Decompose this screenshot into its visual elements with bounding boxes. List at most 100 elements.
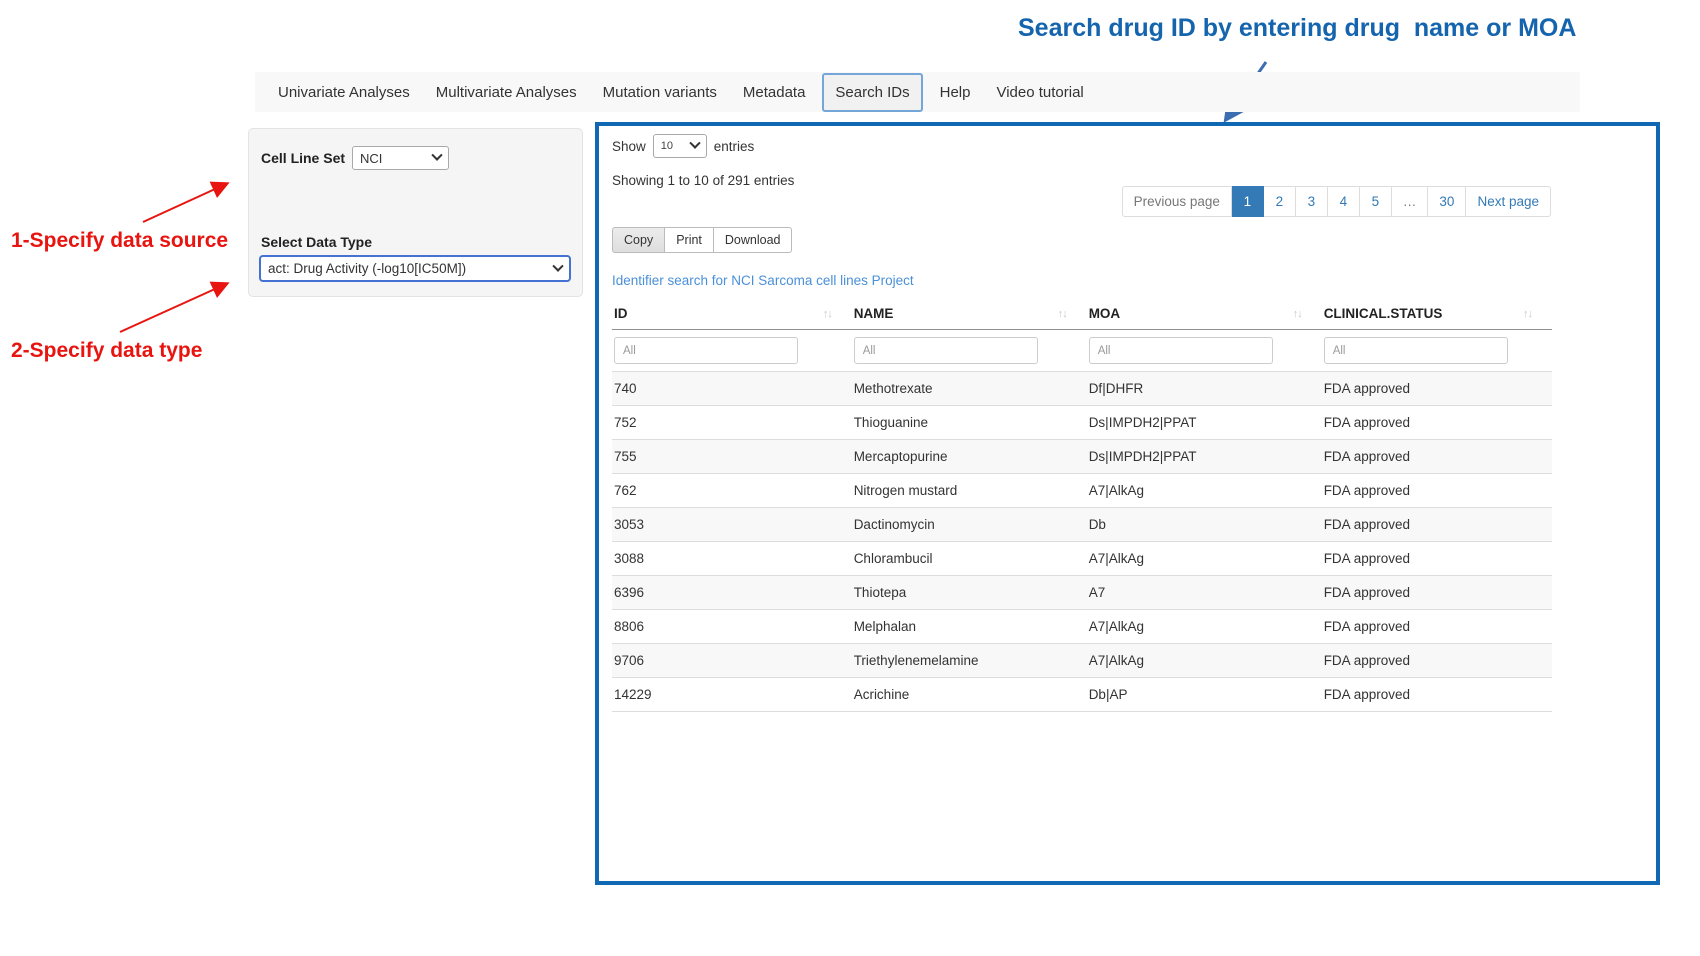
sort-icon: ↑↓ [823,308,832,320]
sort-icon: ↑↓ [1293,308,1302,320]
pagination: Previous page 1 2 3 4 5 … 30 Next page [1122,186,1551,217]
cell-id: 3088 [612,542,852,576]
cell-moa: A7|AlkAg [1087,644,1322,678]
sort-icon: ↑↓ [1523,308,1532,320]
page-length-value: 10 [661,140,673,152]
red-arrow-2 [120,284,226,332]
cell-line-set-select[interactable]: NCI [352,146,449,170]
chevron-down-icon [689,138,700,149]
table-row: 3088 Chlorambucil A7|AlkAg FDA approved [612,542,1552,576]
cell-name: Thiotepa [852,576,1087,610]
red-arrow-1 [143,184,226,222]
cell-name: Mercaptopurine [852,440,1087,474]
results-table: ID↑↓ NAME↑↓ MOA↑↓ CLINICAL.STATUS↑↓ 740 … [612,298,1552,712]
filter-input-name[interactable] [854,337,1038,364]
cell-moa: Ds|IMPDH2|PPAT [1087,440,1322,474]
cell-moa: Df|DHFR [1087,372,1322,406]
column-header-name[interactable]: NAME ↑↓ [852,298,1087,330]
page-button-2[interactable]: 2 [1264,186,1296,217]
data-type-label: Select Data Type [261,234,372,250]
table-row: 6396 Thiotepa A7 FDA approved [612,576,1552,610]
column-label: NAME [854,306,894,321]
data-type-select[interactable]: act: Drug Activity (-log10[IC50M]) [259,255,571,282]
sort-icon: ↑↓ [1058,308,1067,320]
cell-line-set-label: Cell Line Set [261,150,345,166]
cell-id: 8806 [612,610,852,644]
cell-name: Dactinomycin [852,508,1087,542]
page-length-select[interactable]: 10 [653,134,707,158]
table-row: 14229 Acrichine Db|AP FDA approved [612,678,1552,712]
cell-name: Nitrogen mustard [852,474,1087,508]
entries-label: entries [714,139,755,154]
page-button-5[interactable]: 5 [1360,186,1392,217]
cell-clinical-status: FDA approved [1322,542,1552,576]
copy-button[interactable]: Copy [612,227,665,253]
column-header-id[interactable]: ID↑↓ [612,298,852,330]
tab-search-ids[interactable]: Search IDs [822,73,922,112]
cell-id: 14229 [612,678,852,712]
filter-row [612,330,1552,372]
cell-name: Thioguanine [852,406,1087,440]
cell-moa: Db|AP [1087,678,1322,712]
table-info: Showing 1 to 10 of 291 entries [612,173,794,188]
cell-clinical-status: FDA approved [1322,576,1552,610]
annotation-specify-data-type: 2-Specify data type [11,339,202,363]
export-buttons: Copy Print Download [612,227,792,253]
search-ids-panel: Show 10 entries Showing 1 to 10 of 291 e… [595,122,1660,885]
table-row: 755 Mercaptopurine Ds|IMPDH2|PPAT FDA ap… [612,440,1552,474]
download-button[interactable]: Download [714,227,793,253]
filter-input-id[interactable] [614,337,798,364]
chevron-down-icon [431,150,442,161]
nav-bar: Univariate Analyses Multivariate Analyse… [255,72,1580,112]
tab-help[interactable]: Help [927,84,984,101]
cell-name: Acrichine [852,678,1087,712]
page-button-1[interactable]: 1 [1232,186,1264,217]
table-row: 752 Thioguanine Ds|IMPDH2|PPAT FDA appro… [612,406,1552,440]
cell-clinical-status: FDA approved [1322,678,1552,712]
tab-video-tutorial[interactable]: Video tutorial [983,84,1096,101]
cell-clinical-status: FDA approved [1322,644,1552,678]
show-label: Show [612,139,646,154]
cell-clinical-status: FDA approved [1322,474,1552,508]
next-page-button[interactable]: Next page [1466,186,1551,217]
page-button-30[interactable]: 30 [1428,186,1466,217]
cell-moa: A7|AlkAg [1087,610,1322,644]
tab-mutation-variants[interactable]: Mutation variants [590,84,730,101]
tab-multivariate-analyses[interactable]: Multivariate Analyses [423,84,590,101]
cell-id: 9706 [612,644,852,678]
cell-name: Chlorambucil [852,542,1087,576]
page-ellipsis: … [1392,186,1429,217]
page-button-4[interactable]: 4 [1328,186,1360,217]
page-button-3[interactable]: 3 [1296,186,1328,217]
annotation-specify-data-source: 1-Specify data source [11,229,228,253]
cell-name: Methotrexate [852,372,1087,406]
table-row: 762 Nitrogen mustard A7|AlkAg FDA approv… [612,474,1552,508]
cell-clinical-status: FDA approved [1322,406,1552,440]
header-row: ID↑↓ NAME ↑↓ MOA ↑↓ CLINICAL.STATUS ↑↓ [612,298,1552,330]
cell-line-set-value: NCI [360,151,382,166]
chevron-down-icon [552,260,563,271]
identifier-search-link[interactable]: Identifier search for NCI Sarcoma cell l… [612,273,914,288]
cell-clinical-status: FDA approved [1322,372,1552,406]
cell-clinical-status: FDA approved [1322,440,1552,474]
column-header-moa[interactable]: MOA ↑↓ [1087,298,1322,330]
cell-id: 762 [612,474,852,508]
table-row: 9706 Triethylenemelamine A7|AlkAg FDA ap… [612,644,1552,678]
tab-univariate-analyses[interactable]: Univariate Analyses [265,84,423,101]
tab-metadata[interactable]: Metadata [730,84,819,101]
cell-moa: Db [1087,508,1322,542]
previous-page-button[interactable]: Previous page [1122,186,1232,217]
sidebar-panel: Cell Line Set NCI Select Data Type act: … [248,128,583,297]
column-label: CLINICAL.STATUS [1324,306,1443,321]
column-label: MOA [1089,306,1121,321]
cell-id: 6396 [612,576,852,610]
cell-moa: A7 [1087,576,1322,610]
cell-name: Melphalan [852,610,1087,644]
cell-moa: Ds|IMPDH2|PPAT [1087,406,1322,440]
column-header-clinical-status[interactable]: CLINICAL.STATUS ↑↓ [1322,298,1552,330]
filter-input-clinical-status[interactable] [1324,337,1508,364]
table-row: 8806 Melphalan A7|AlkAg FDA approved [612,610,1552,644]
print-button[interactable]: Print [665,227,714,253]
filter-input-moa[interactable] [1089,337,1273,364]
cell-moa: A7|AlkAg [1087,474,1322,508]
